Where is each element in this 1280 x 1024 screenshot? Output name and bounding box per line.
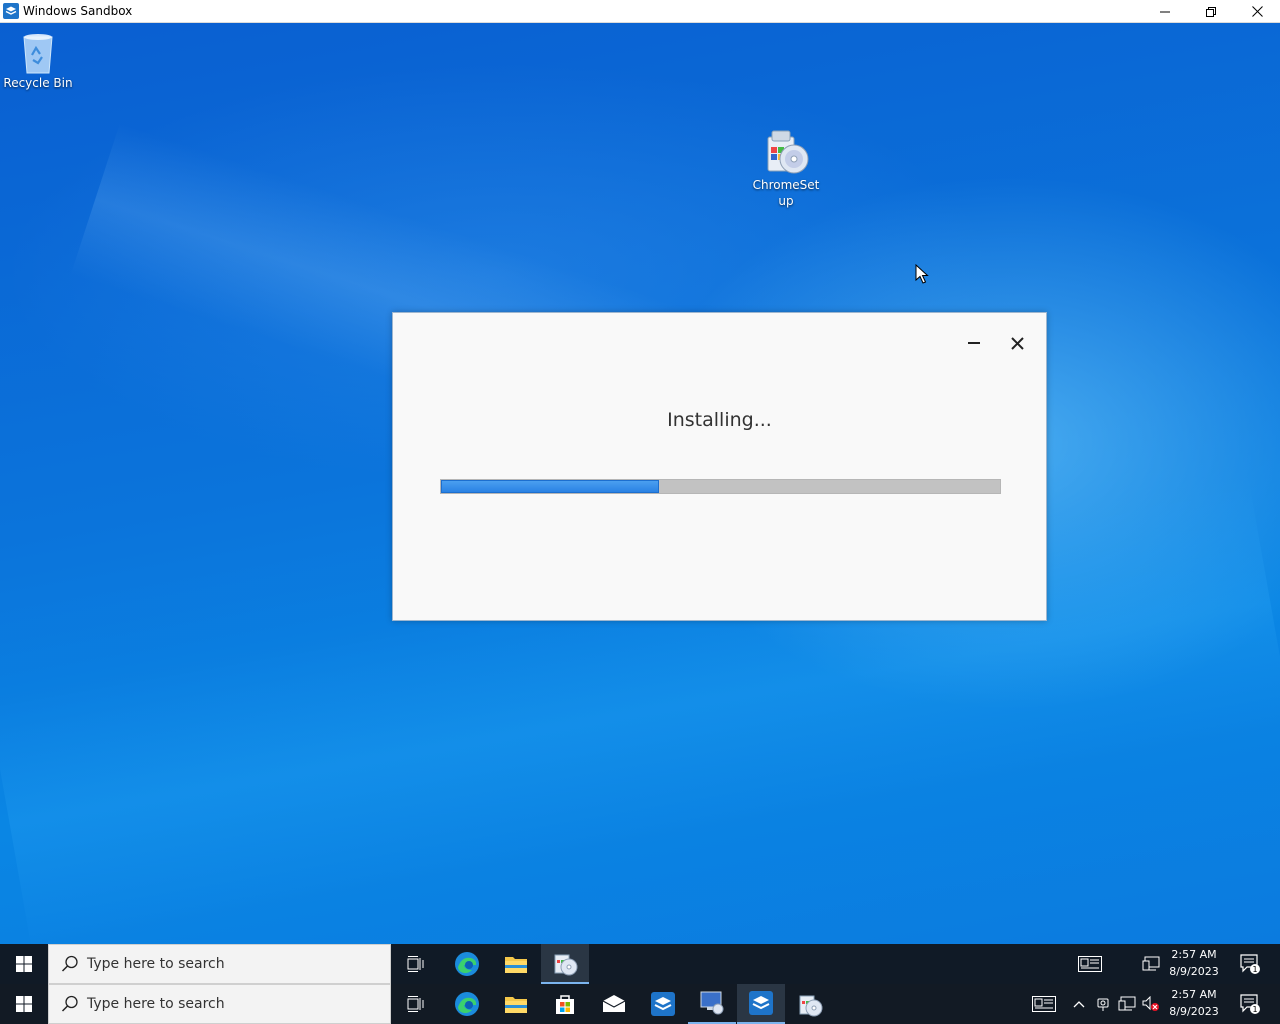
network-icon [1118, 996, 1136, 1011]
notification-count: 1 [1252, 1005, 1257, 1014]
meet-icon [1097, 998, 1109, 1011]
taskbar-file-explorer[interactable] [492, 984, 540, 1024]
tray-volume[interactable] [1140, 984, 1162, 1024]
file-explorer-icon [505, 957, 527, 973]
search-icon [61, 995, 78, 1012]
restore-icon [1206, 6, 1216, 17]
installer-minimize-button[interactable] [962, 331, 986, 355]
desktop-icon-label: ChromeSetup [752, 178, 820, 208]
installer-cd-icon [767, 130, 809, 174]
install-progress-fill [441, 480, 659, 493]
windows-sandbox-icon [3, 3, 19, 19]
minimize-icon [1160, 11, 1170, 12]
clock[interactable]: 2:57 AM 8/9/2023 [1166, 946, 1222, 980]
task-view-button[interactable] [392, 944, 440, 984]
installer-cd-icon [554, 954, 578, 976]
tray-network[interactable] [1136, 944, 1166, 984]
search-box[interactable]: Type here to search [48, 984, 391, 1024]
remote-desktop-icon [700, 991, 724, 1015]
taskbar-store[interactable] [541, 984, 589, 1024]
action-center-button[interactable]: 1 [1230, 944, 1270, 984]
sandbox-title-bar[interactable]: Windows Sandbox [0, 0, 1280, 23]
task-view-icon [407, 996, 424, 1012]
windows-logo-icon [16, 956, 32, 972]
tray-news[interactable] [1070, 944, 1110, 984]
taskbar-file-explorer[interactable] [492, 944, 540, 984]
network-icon [1142, 956, 1160, 971]
taskbar-installer[interactable] [786, 984, 834, 1024]
clock[interactable]: 2:57 AM 8/9/2023 [1166, 986, 1222, 1020]
taskbar-sandbox-active[interactable] [737, 984, 785, 1024]
installer-status-text: Installing... [667, 409, 772, 431]
taskbar-sandbox[interactable] [639, 984, 687, 1024]
sandbox-taskbar: Type here to search 2:57 AM 8/9/2023 1 [0, 944, 1280, 984]
installer-close-button[interactable] [1005, 331, 1029, 355]
installer-cd-icon [799, 995, 823, 1017]
search-icon [61, 955, 78, 972]
installer-dialog[interactable]: Installing... [392, 312, 1047, 621]
restore-button[interactable] [1188, 0, 1234, 23]
mail-icon [602, 995, 626, 1012]
taskbar-installer[interactable] [541, 944, 589, 984]
clock-date: 8/9/2023 [1169, 965, 1219, 978]
notification-icon: 1 [1240, 994, 1260, 1014]
notification-icon: 1 [1240, 954, 1260, 974]
recycle-bin-icon [23, 34, 53, 74]
edge-icon [455, 952, 479, 976]
clock-time: 2:57 AM [1171, 988, 1217, 1001]
minimize-button[interactable] [1142, 0, 1188, 23]
close-button[interactable] [1234, 0, 1280, 23]
sandbox-icon [651, 992, 675, 1016]
tray-news[interactable] [1024, 984, 1064, 1024]
search-placeholder: Type here to search [87, 996, 225, 1012]
desktop-icon-label: Recycle Bin [3, 76, 73, 90]
news-icon [1078, 956, 1102, 972]
notification-count: 1 [1252, 965, 1257, 974]
action-center-button[interactable]: 1 [1230, 984, 1270, 1024]
taskbar-mail[interactable] [590, 984, 638, 1024]
close-icon [1251, 6, 1263, 17]
desktop[interactable]: Recycle Bin ChromeSetup Installing... [0, 23, 1280, 944]
taskbar-edge[interactable] [443, 944, 491, 984]
search-box[interactable]: Type here to search [48, 944, 391, 984]
windows-logo-icon [16, 996, 32, 1012]
host-taskbar: Type here to search 2:57 AM 8/9/2023 1 [0, 984, 1280, 1024]
tray-network[interactable] [1116, 984, 1138, 1024]
minimize-icon [968, 342, 980, 344]
install-progress-bar [440, 479, 1001, 494]
edge-icon [455, 992, 479, 1016]
store-icon [556, 995, 574, 1014]
tray-meet[interactable] [1092, 984, 1114, 1024]
close-icon [1010, 336, 1024, 350]
window-title: Windows Sandbox [23, 4, 133, 18]
search-placeholder: Type here to search [87, 956, 225, 972]
clock-date: 8/9/2023 [1169, 1005, 1219, 1018]
taskbar-remote-desktop[interactable] [688, 984, 736, 1024]
news-icon [1032, 996, 1056, 1012]
file-explorer-icon [505, 997, 527, 1013]
clock-time: 2:57 AM [1171, 948, 1217, 961]
tray-overflow-button[interactable] [1068, 984, 1090, 1024]
task-view-button[interactable] [392, 984, 440, 1024]
sandbox-icon [749, 991, 773, 1015]
taskbar-edge[interactable] [443, 984, 491, 1024]
desktop-icon-chromesetup[interactable]: ChromeSetup [748, 127, 824, 209]
mouse-pointer-icon [915, 264, 929, 284]
start-button[interactable] [0, 984, 48, 1024]
chevron-up-icon [1073, 1001, 1085, 1008]
start-button[interactable] [0, 944, 48, 984]
volume-muted-icon [1142, 996, 1159, 1011]
desktop-icon-recycle-bin[interactable]: Recycle Bin [0, 29, 76, 91]
task-view-icon [407, 956, 424, 972]
